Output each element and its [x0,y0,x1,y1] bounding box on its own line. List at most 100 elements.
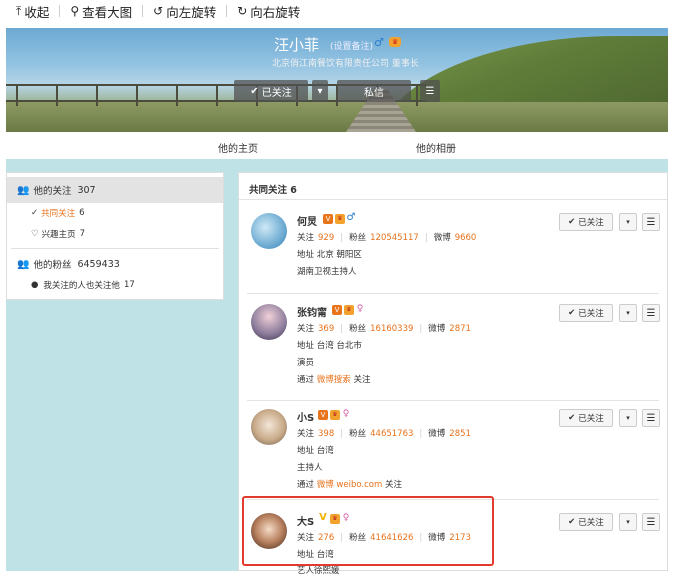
follow-dropdown-button[interactable]: ▾ [619,409,637,427]
rotate-left-icon: ↺ [153,4,164,18]
profile-name: 汪小菲 [274,36,320,54]
verified-icon: V [323,214,333,224]
card-menu-button[interactable]: ☰ [642,409,660,427]
toolbar-divider [142,5,144,17]
chevron-down-icon: ▾ [626,309,630,317]
fans-sub-label: 我关注的人也关注他 [43,281,120,291]
follow-dropdown-button[interactable]: ▾ [619,213,637,231]
following-label: 他的关注 [33,186,72,197]
chevron-down-icon: ▾ [626,518,630,526]
follow-dropdown-button[interactable]: ▾ [619,304,637,322]
people-icon: 👥 [17,258,30,270]
set-remark-link[interactable]: (设置备注) [330,39,373,52]
rotate-right-icon: ↻ [237,4,248,18]
verified-icon: V [318,410,328,420]
list-item: 小S V ♛ ♀ 关注 398 | 粉丝 44651763 | 微博 2851 地址 台湾 主… [239,405,667,501]
user-stats: 关注 369 | 粉丝 16160339 | 微博 2871 [297,324,471,334]
relation-sidebar: 👥 他的关注 307 ✓ 共同关注 6 ♡ 兴趣主页 7 👥 他的粉丝 6459… [6,172,224,300]
cover-ground [6,102,668,132]
message-button[interactable]: 私信 [337,80,411,102]
chevron-down-icon: ▾ [317,85,323,97]
avatar[interactable] [251,304,287,340]
sidebar-item-fans-sub[interactable]: ● 我关注的人也关注他 17 [7,279,223,291]
source-link[interactable]: 微博搜索 [317,375,351,385]
menu-icon: ☰ [646,307,656,319]
menu-icon: ☰ [425,85,435,97]
panel-divider [239,199,667,200]
crown-badge-icon: ♛ [335,214,345,224]
user-name[interactable]: 何炅 [297,213,317,228]
profile-cover: 汪小菲 (设置备注) ♂ ♛ 北京俏江南餐饮有限责任公司 董事长 ✔ 已关注 ▾… [6,28,668,132]
crown-badge-icon: ♛ [330,410,340,420]
tab-album[interactable]: 他的相册 [416,140,456,155]
user-address: 地址 台湾 台北市 [297,341,362,351]
list-item: 张钧甯 V ♛ ♀ 关注 369 | 粉丝 16160339 | 微博 2871 地址 台湾 … [239,300,667,401]
source-link[interactable]: 微博 weibo.com [317,480,383,490]
followed-button[interactable]: ✔ 已关注 [234,80,308,102]
avatar[interactable] [251,213,287,249]
profile-menu-button[interactable]: ☰ [420,80,440,102]
rotate-right-button[interactable]: ↻ 向右旋转 [237,2,300,21]
collapse-button[interactable]: ⤒ 收起 [16,2,49,21]
female-icon: ♀ [342,409,350,419]
weibo-page: 汪小菲 (设置备注) ♂ ♛ 北京俏江南餐饮有限责任公司 董事长 ✔ 已关注 ▾… [6,28,668,576]
crown-badge-icon: ♛ [389,37,401,47]
list-item: 何炅 V ♛ ♂ 关注 929 | 粉丝 120545117 | 微博 9660 地址 北京 … [239,209,667,297]
male-icon: ♂ [374,36,384,49]
check-icon: ✔ [568,413,576,423]
view-large-button[interactable]: ⚲ 查看大图 [70,2,132,21]
rotate-left-button[interactable]: ↺ 向左旋转 [153,2,216,21]
toolbar-divider [59,5,61,17]
male-icon: ♂ [346,212,356,223]
mutual-label: 共同关注 [41,209,76,219]
check-icon: ✔ [568,308,576,318]
menu-icon: ☰ [646,216,656,228]
fans-label: 他的粉丝 [33,260,72,271]
bullet-icon: ● [31,280,39,290]
female-icon: ♀ [356,304,364,314]
follow-dropdown-button[interactable]: ▾ [619,513,637,531]
image-toolbar: ⤒ 收起 ⚲ 查看大图 ↺ 向左旋转 ↻ 向右旋转 [0,0,678,22]
follow-dropdown-button[interactable]: ▾ [312,80,328,102]
interest-count: 7 [79,229,86,239]
people-icon: 👥 [17,184,30,196]
card-divider [247,293,659,294]
sidebar-item-following[interactable]: 👥 他的关注 307 [7,177,223,203]
fans-count: 6459433 [77,258,120,270]
followed-button[interactable]: ✔ 已关注 [559,213,613,231]
sidebar-item-mutual[interactable]: ✓ 共同关注 6 [7,207,223,219]
user-name[interactable]: 张钧甯 [297,304,327,319]
profile-tabs: 他的主页 他的相册 [6,132,668,159]
followed-label: 已关注 [261,87,292,99]
menu-icon: ☰ [646,516,656,528]
magnify-icon: ⚲ [70,4,80,18]
user-name[interactable]: 小S [297,409,314,424]
view-large-label: 查看大图 [82,4,133,20]
rotate-left-label: 向左旋转 [166,4,217,20]
rotate-right-label: 向右旋转 [250,4,301,20]
check-icon: ✔ [568,217,576,227]
card-menu-button[interactable]: ☰ [642,513,660,531]
followed-button[interactable]: ✔ 已关注 [559,513,613,531]
tab-home[interactable]: 他的主页 [218,140,258,155]
card-menu-button[interactable]: ☰ [642,304,660,322]
interest-label: 兴趣主页 [41,230,76,240]
follow-source: 通过 微博搜索 关注 [297,375,371,385]
user-address: 地址 台湾 [297,446,334,456]
panel-title: 共同关注 6 [249,185,297,196]
user-address: 地址 北京 朝阳区 [297,250,362,260]
profile-title: 北京俏江南餐饮有限责任公司 董事长 [272,59,419,69]
followed-button[interactable]: ✔ 已关注 [559,409,613,427]
sidebar-item-interest[interactable]: ♡ 兴趣主页 7 [7,228,223,240]
card-menu-button[interactable]: ☰ [642,213,660,231]
following-count: 307 [77,184,96,196]
check-icon: ✔ [250,85,262,97]
check-icon: ✓ [31,208,39,218]
heart-icon: ♡ [31,229,39,239]
sidebar-item-fans[interactable]: 👥 他的粉丝 6459433 [7,257,223,272]
avatar[interactable] [251,409,287,445]
crown-badge-icon: ♛ [344,305,354,315]
chevron-down-icon: ▾ [626,218,630,226]
followed-button[interactable]: ✔ 已关注 [559,304,613,322]
upload-icon: ⤒ [16,3,22,18]
